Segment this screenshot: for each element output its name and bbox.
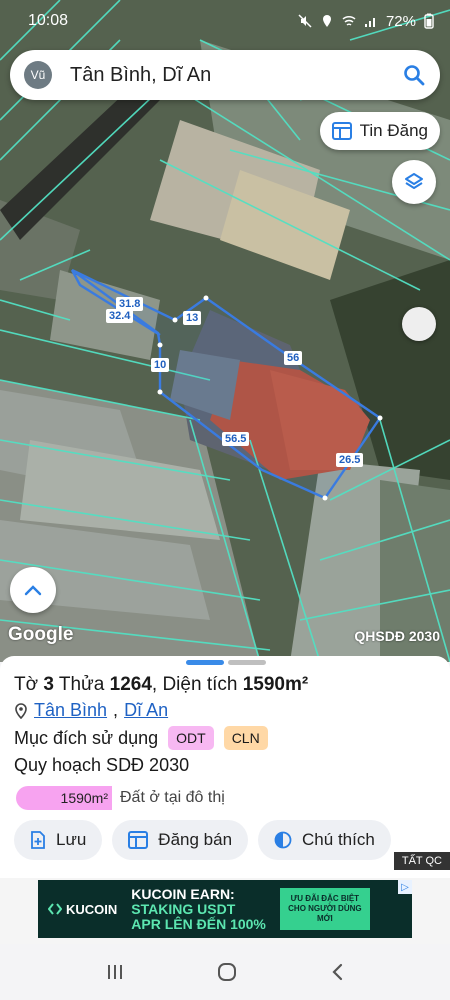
post-for-sale-button[interactable]: Đăng bán [112,820,249,860]
layers-button[interactable] [392,160,436,204]
kucoin-logo-icon [48,903,62,915]
plan-area-row: 1590m² Đất ở tại đô thị [16,786,225,810]
tin-dang-label: Tin Đăng [359,121,428,140]
contrast-icon [274,831,292,849]
add-file-icon [31,831,45,849]
ad-banner-area: KUCOIN KUCOIN EARN: STAKING USDT APR LÊN… [0,878,450,944]
ad-brand: KUCOIN [48,902,117,917]
plan-description: Đất ở tại đô thị [120,789,225,806]
layers-icon [405,173,423,189]
action-row: Lưu Đăng bán Chú thích [14,820,391,860]
location-icon [322,15,331,27]
chevron-up-icon [24,585,42,596]
panel-drag-handle[interactable] [186,660,266,665]
odt-tag[interactable]: ODT [168,726,214,750]
status-bar: 10:08 72% [0,0,450,42]
dimension-label: 10 [151,358,170,372]
battery-icon [424,13,434,29]
tin-dang-button[interactable]: Tin Đăng [319,112,440,150]
dimension-label: 13 [183,311,202,325]
dimension-label: 32.4 [106,309,134,323]
parcel-title: Tờ 3 Thửa 1264, Diện tích 1590m² [14,674,309,695]
search-bar[interactable]: Vũ Tân Bình, Dĩ An [10,50,440,100]
dimension-label: 26.5 [336,453,364,467]
legend-button[interactable]: Chú thích [258,820,391,860]
plan-area-bar: 1590m² [16,786,112,810]
land-use-row: Mục đích sử dụng ODT CLN [14,726,268,750]
ad-banner[interactable]: KUCOIN KUCOIN EARN: STAKING USDT APR LÊN… [38,880,412,938]
google-logo: Google [8,624,74,645]
dimension-label: 56 [284,351,303,365]
avatar[interactable]: Vũ [24,61,52,89]
search-input[interactable]: Tân Bình, Dĩ An [70,64,402,87]
save-button[interactable]: Lưu [14,820,103,860]
status-time: 10:08 [28,12,69,29]
dimension-label: 56.5 [222,432,250,446]
map-layer-label: QHSDĐ 2030 [354,628,440,644]
home-icon[interactable] [217,962,237,982]
cln-tag[interactable]: CLN [223,726,268,750]
ad-choices-icon[interactable]: ▷ [398,880,412,894]
search-icon[interactable] [402,63,426,87]
mute-icon [298,14,312,28]
listing-icon [128,831,149,849]
purpose-label: Mục đích sử dụng [14,727,159,748]
map-handle-button[interactable] [402,307,436,341]
ad-text: KUCOIN EARN: STAKING USDT APR LÊN ĐẾN 10… [131,885,266,932]
signal-icon [364,18,375,27]
parcel-info-panel: Tờ 3 Thửa 1264, Diện tích 1590m² Tân Bìn… [0,656,450,878]
battery-level: 72% [385,12,416,30]
recent-apps-icon[interactable] [106,963,124,981]
plan-label: Quy hoạch SDĐ 2030 [14,755,190,775]
system-nav-bar [0,944,450,1000]
ad-cta-button[interactable]: ƯU ĐÃI ĐẶC BIỆT CHO NGƯỜI DÙNG MỚI [279,888,370,930]
wifi-icon [342,15,356,26]
location-pin-icon [15,702,27,719]
hide-ads-button[interactable]: TẤT QC [393,852,450,870]
listing-icon [331,122,352,140]
expand-up-button[interactable] [10,567,56,613]
city-link[interactable]: Dĩ An [124,700,168,721]
parcel-location: Tân Bình, Dĩ An [14,700,168,721]
back-icon[interactable] [330,963,344,981]
ward-link[interactable]: Tân Bình [34,700,107,721]
